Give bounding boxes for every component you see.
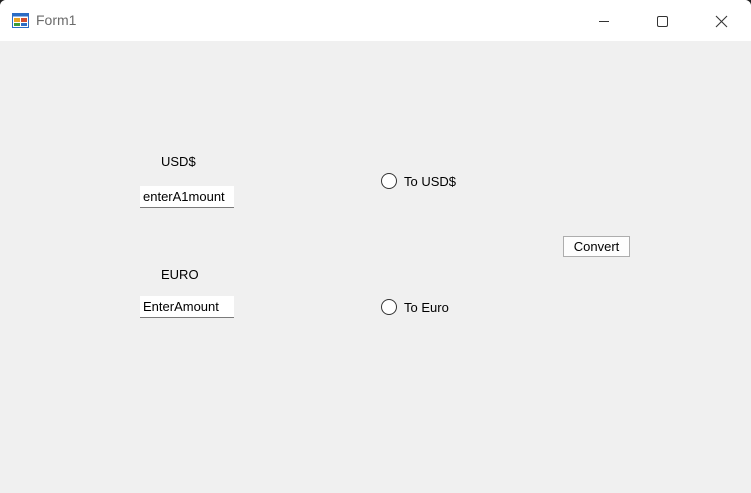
radio-to-euro-circle[interactable]	[381, 299, 397, 315]
euro-amount-input[interactable]	[140, 296, 234, 318]
close-button[interactable]	[692, 0, 750, 41]
convert-button[interactable]: Convert	[563, 236, 630, 257]
radio-to-usd-label: To USD$	[404, 173, 457, 189]
form-window: Form1 USD$ To USD$ Convert EURO	[0, 0, 751, 493]
usd-label: USD$	[161, 154, 196, 169]
minimize-button[interactable]	[575, 0, 633, 41]
maximize-button[interactable]	[633, 0, 691, 41]
title-bar[interactable]: Form1	[0, 0, 751, 41]
radio-to-usd[interactable]: To USD$	[381, 173, 456, 189]
minimize-icon	[599, 21, 609, 22]
maximize-icon	[657, 16, 668, 27]
app-icon	[12, 13, 29, 28]
radio-to-usd-circle[interactable]	[381, 173, 397, 189]
usd-amount-input[interactable]	[140, 186, 234, 208]
radio-to-euro-label: To Euro	[404, 299, 449, 315]
close-icon	[715, 15, 728, 28]
radio-to-euro[interactable]: To Euro	[381, 299, 449, 315]
window-title: Form1	[36, 12, 77, 28]
form-client-area: USD$ To USD$ Convert EURO To Euro	[0, 41, 751, 493]
euro-label: EURO	[161, 267, 199, 282]
